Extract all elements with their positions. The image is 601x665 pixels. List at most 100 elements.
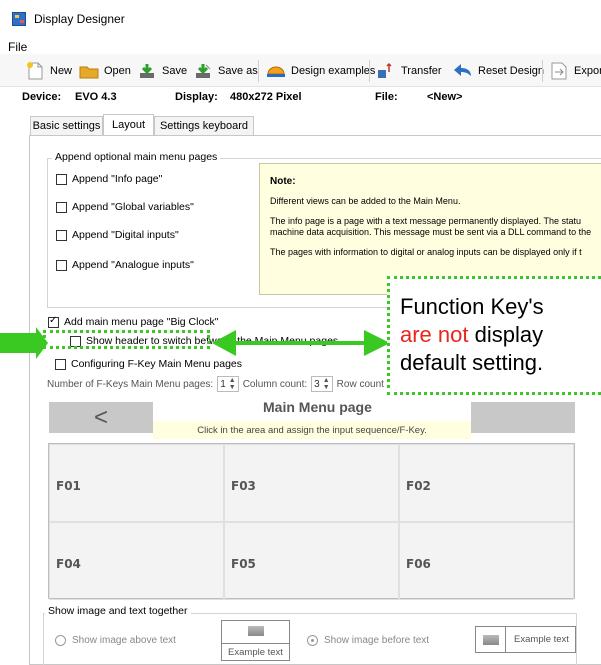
display-label: Display:	[175, 91, 218, 103]
radio-circle[interactable]	[55, 635, 66, 646]
callout-red-text: are not	[400, 322, 469, 347]
radio-circle[interactable]	[307, 635, 318, 646]
save-as-button[interactable]: Save as	[193, 59, 258, 83]
save-as-label: Save as	[218, 65, 258, 77]
callout-line: default setting.	[400, 350, 544, 375]
transfer-button[interactable]: Transfer	[376, 59, 442, 83]
file-label: File:	[375, 91, 398, 103]
design-examples-button[interactable]: Design examples	[266, 59, 375, 83]
double-arrow-annotation	[0, 327, 390, 359]
prev-page-button[interactable]: <	[49, 402, 153, 433]
image-before-radio[interactable]: Show image before text	[307, 635, 429, 646]
spinner-arrows-icon[interactable]: ▲ ▼	[229, 377, 236, 391]
fkey-label: F04	[56, 557, 81, 571]
checkbox-label: Append "Info page"	[72, 173, 163, 185]
toolbar-separator	[369, 60, 370, 82]
tab-layout[interactable]: Layout	[103, 114, 154, 135]
save-as-icon	[193, 62, 213, 80]
file-value: <New>	[427, 91, 463, 103]
new-button[interactable]: New	[25, 59, 72, 83]
radio-label: Show image above text	[72, 635, 176, 646]
hardhat-icon	[266, 62, 286, 80]
toolbar-separator	[258, 60, 259, 82]
column-count-spinner[interactable]: 3 ▲ ▼	[311, 376, 333, 392]
note-line: Different views can be added to the Main…	[270, 196, 461, 206]
transfer-icon	[376, 62, 396, 80]
checkbox-label: Append "Analogue inputs"	[72, 259, 194, 271]
append-global-variables-checkbox[interactable]: Append "Global variables"	[56, 201, 194, 213]
spinner-value: 3	[314, 378, 320, 390]
append-info-page-checkbox[interactable]: Append "Info page"	[56, 173, 162, 185]
click-hint: Click in the area and assign the input s…	[153, 421, 471, 439]
reset-design-label: Reset Design	[478, 65, 545, 77]
tab-basic-settings[interactable]: Basic settings	[30, 116, 103, 135]
fkey-settings-row: Number of F-Keys Main Menu pages: 1 ▲ ▼ Co…	[47, 376, 384, 392]
append-analogue-inputs-checkbox[interactable]: Append "Analogue inputs"	[56, 259, 194, 271]
fkey-cell[interactable]: F06	[399, 522, 574, 600]
append-group-title: Append optional main menu pages	[52, 151, 221, 163]
menu-file[interactable]: File	[8, 40, 27, 54]
transfer-label: Transfer	[401, 65, 442, 77]
note-line: machine data acquisition. This message m…	[270, 227, 592, 237]
save-icon	[137, 62, 157, 80]
checkbox-box[interactable]	[56, 229, 67, 241]
callout-line: are not display	[400, 321, 543, 349]
radio-label: Show image before text	[324, 635, 430, 646]
tab-settings-keyboard[interactable]: Settings keyboard	[154, 116, 254, 135]
append-digital-inputs-checkbox[interactable]: Append "Digital inputs"	[56, 229, 179, 241]
next-page-button[interactable]	[471, 402, 575, 433]
fkey-pages-label: Number of F-Keys Main Menu pages:	[47, 378, 214, 390]
example-before-box: Example text	[475, 626, 576, 653]
fkey-grid: F01 F03 F02 F04 F05 F06	[48, 443, 575, 600]
device-info-bar: Device: EVO 4.3 Display: 480x272 Pixel F…	[0, 88, 601, 106]
reset-design-button[interactable]: Reset Design	[453, 59, 544, 83]
folder-icon	[79, 62, 99, 80]
fkey-cell[interactable]: F03	[224, 444, 399, 522]
column-count-label: Column count:	[242, 378, 308, 390]
export-label: Export	[574, 65, 601, 77]
device-value: EVO 4.3	[75, 91, 117, 103]
image-thumbnail-icon	[248, 626, 264, 636]
app-icon	[12, 12, 26, 26]
checkbox-box[interactable]	[56, 259, 67, 271]
callout-box: Function Key's are not display default s…	[387, 276, 601, 395]
fkey-pages-spinner[interactable]: 1 ▲ ▼	[217, 376, 239, 392]
open-label: Open	[104, 65, 131, 77]
checkbox-label: Append "Global variables"	[72, 201, 194, 213]
fkey-cell[interactable]: F05	[224, 522, 399, 600]
fkey-label: F05	[231, 557, 256, 571]
save-label: Save	[162, 65, 188, 77]
fkey-cell[interactable]: F02	[399, 444, 574, 522]
design-examples-label: Design examples	[291, 65, 376, 77]
checkbox-box[interactable]	[56, 201, 67, 213]
left-arrow-shape	[0, 327, 48, 359]
fkey-cell[interactable]: F04	[49, 522, 224, 600]
fkey-label: F01	[56, 479, 81, 493]
export-icon	[549, 62, 569, 80]
callout-text: display	[468, 322, 544, 347]
toolbar: New Open Save Save as Design examples Tr…	[0, 54, 601, 87]
row-count-label: Row count	[336, 378, 384, 390]
display-value: 480x272 Pixel	[230, 91, 302, 103]
export-button[interactable]: Export	[549, 59, 601, 83]
window-title: Display Designer	[34, 12, 125, 26]
main-menu-page-title: Main Menu page	[263, 399, 372, 415]
example-text: Example text	[505, 627, 577, 652]
spinner-value: 1	[220, 378, 226, 390]
save-button[interactable]: Save	[137, 59, 187, 83]
new-file-icon	[25, 62, 45, 80]
note-title: Note:	[270, 176, 296, 187]
open-button[interactable]: Open	[79, 59, 131, 83]
fkey-cell[interactable]: F01	[49, 444, 224, 522]
checkbox-box[interactable]	[56, 173, 67, 185]
image-thumbnail-icon	[483, 635, 499, 645]
device-label: Device:	[22, 91, 62, 103]
image-above-radio[interactable]: Show image above text	[55, 635, 176, 646]
note-line: The pages with information to digital or…	[270, 247, 582, 257]
fkey-label: F03	[231, 479, 256, 493]
example-text: Example text	[222, 643, 289, 662]
checkbox-label: Append "Digital inputs"	[72, 229, 179, 241]
image-text-group-title: Show image and text together	[45, 605, 191, 617]
callout-line: Function Key's	[400, 294, 544, 319]
spinner-arrows-icon[interactable]: ▲ ▼	[323, 377, 330, 391]
